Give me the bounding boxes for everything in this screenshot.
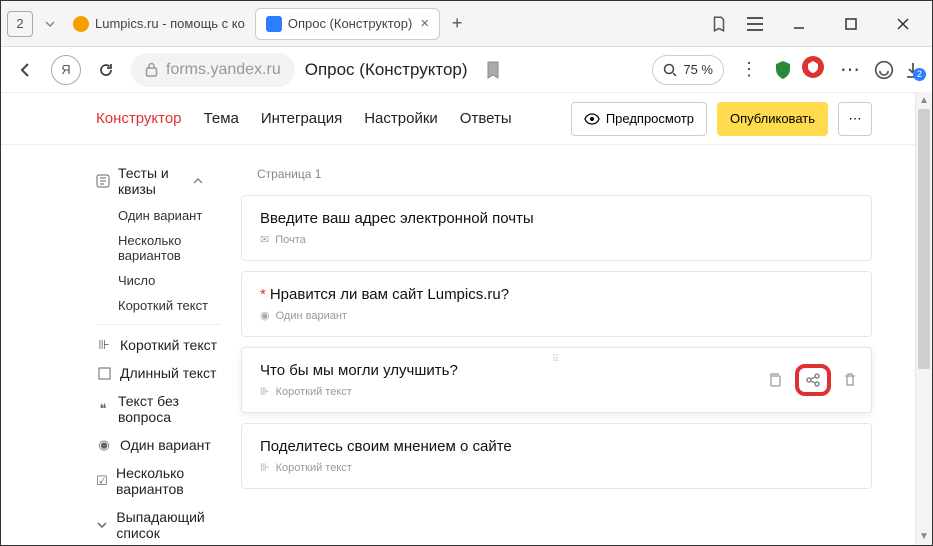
question-type: Один вариант — [276, 310, 347, 322]
question-type: Короткий текст — [276, 462, 352, 474]
scroll-thumb[interactable] — [918, 109, 930, 369]
dropdown-icon — [96, 522, 108, 528]
extensions-more-icon[interactable]: ⋯ — [834, 57, 864, 82]
magnifier-icon — [663, 63, 677, 77]
scroll-down-icon[interactable]: ▼ — [916, 528, 932, 545]
sidebar-subitem[interactable]: Несколько вариантов — [96, 228, 221, 268]
zoom-indicator[interactable]: 75 % — [652, 55, 724, 85]
short-text-icon: ⊪ — [260, 385, 270, 398]
protect-shield-icon[interactable] — [774, 60, 792, 80]
sidebar-item-dropdown[interactable]: Выпадающий список — [96, 503, 221, 545]
sidebar-group-label: Тесты и квизы — [118, 165, 185, 197]
radio-icon: ◉ — [96, 437, 112, 453]
preview-button[interactable]: Предпросмотр — [571, 102, 707, 136]
tests-icon — [96, 174, 110, 188]
nav-tab-constructor[interactable]: Конструктор — [96, 110, 182, 127]
tabs-dropdown-icon[interactable] — [45, 21, 55, 27]
app-navbar: Конструктор Тема Интеграция Настройки От… — [1, 93, 932, 145]
nav-reload-button[interactable] — [91, 55, 121, 85]
share-icon[interactable] — [805, 372, 821, 388]
sidebar-group-tests[interactable]: Тесты и квизы — [96, 159, 221, 203]
question-card-selected[interactable]: ⠿ Что бы мы могли улучшить? ⊪Короткий те… — [241, 347, 872, 413]
page-title: Опрос (Конструктор) — [305, 60, 468, 80]
content-area: Тесты и квизы Один вариант Несколько вар… — [1, 145, 932, 545]
long-text-icon — [96, 367, 112, 380]
tab-favicon-icon — [266, 16, 282, 32]
tab-label: Lumpics.ru - помощь с ко — [95, 16, 245, 31]
question-title: Нравится ли вам сайт Lumpics.ru? — [270, 286, 509, 303]
bookmark-icon[interactable] — [486, 61, 500, 79]
drag-handle-icon[interactable]: ⠿ — [552, 354, 561, 365]
question-title: Введите ваш адрес электронной почты — [260, 210, 853, 227]
mail-icon: ✉ — [260, 233, 269, 246]
yandex-home-button[interactable]: Я — [51, 55, 81, 85]
radio-icon: ◉ — [260, 309, 270, 322]
sidebar-subitem[interactable]: Число — [96, 268, 221, 293]
new-tab-button[interactable]: + — [444, 11, 470, 37]
question-type: Почта — [275, 234, 306, 246]
required-mark: * — [260, 286, 266, 303]
checkbox-icon: ☑ — [96, 473, 108, 489]
copy-icon[interactable] — [767, 372, 783, 388]
question-card[interactable]: Введите ваш адрес электронной почты ✉ Поч… — [241, 195, 872, 261]
address-more-icon[interactable]: ⋮ — [734, 59, 764, 80]
feedback-icon[interactable] — [874, 60, 894, 80]
browser-titlebar: 2 Lumpics.ru - помощь с ко Опрос (Констр… — [1, 1, 932, 47]
nav-back-button[interactable] — [11, 55, 41, 85]
main-panel: Страница 1 Введите ваш адрес электронной… — [221, 145, 932, 545]
quote-icon: ❝ — [96, 401, 110, 417]
question-type: Короткий текст — [276, 386, 352, 398]
window-maximize-button[interactable] — [834, 10, 868, 38]
delete-icon[interactable] — [843, 372, 857, 388]
window-close-button[interactable] — [886, 10, 920, 38]
url-box[interactable]: forms.yandex.ru — [131, 53, 295, 87]
sidebar-item-radio[interactable]: ◉Один вариант — [96, 431, 221, 459]
divider — [96, 324, 221, 325]
lock-icon — [145, 62, 158, 77]
tab-favicon-icon — [73, 16, 89, 32]
url-domain: forms.yandex.ru — [166, 61, 281, 79]
short-text-icon: ⊪ — [260, 461, 270, 474]
browser-addressbar: Я forms.yandex.ru Опрос (Конструктор) 75… — [1, 47, 932, 93]
zoom-value: 75 % — [683, 62, 713, 77]
nav-tab-theme[interactable]: Тема — [204, 110, 239, 127]
question-card[interactable]: Поделитесь своим мнением о сайте ⊪ Коротк… — [241, 423, 872, 489]
card-tools — [767, 364, 857, 396]
nav-tab-settings[interactable]: Настройки — [364, 110, 438, 127]
browser-tab[interactable]: Lumpics.ru - помощь с ко — [63, 8, 255, 40]
page-header: Страница 1 — [241, 159, 872, 195]
menu-icon[interactable] — [746, 17, 764, 31]
download-badge: 2 — [913, 68, 926, 81]
preview-label: Предпросмотр — [606, 111, 694, 126]
scroll-up-icon[interactable]: ▲ — [916, 92, 932, 109]
sidebar-item-text-no-q[interactable]: ❝Текст без вопроса — [96, 387, 221, 431]
eye-icon — [584, 113, 600, 125]
sidebar-item-short-text[interactable]: ⊪Короткий текст — [96, 331, 221, 359]
sidebar-item-checkbox[interactable]: ☑Несколько вариантов — [96, 459, 221, 503]
adblock-icon[interactable] — [802, 56, 824, 83]
tab-label: Опрос (Конструктор) — [288, 16, 413, 31]
app-more-button[interactable]: ⋯ — [838, 102, 872, 136]
nav-tab-answers[interactable]: Ответы — [460, 110, 512, 127]
vertical-scrollbar[interactable]: ▲ ▼ — [915, 92, 932, 545]
question-card[interactable]: *Нравится ли вам сайт Lumpics.ru? ◉ Один … — [241, 271, 872, 337]
publish-button[interactable]: Опубликовать — [717, 102, 828, 136]
close-tab-icon[interactable]: × — [420, 15, 429, 32]
short-text-icon: ⊪ — [96, 337, 112, 353]
sidebar-subitem[interactable]: Короткий текст — [96, 293, 221, 318]
downloads-button[interactable]: 2 — [904, 61, 922, 79]
tab-counter[interactable]: 2 — [7, 11, 33, 37]
nav-tab-integration[interactable]: Интеграция — [261, 110, 342, 127]
share-highlight — [795, 364, 831, 396]
bookmarks-icon[interactable] — [710, 15, 728, 33]
browser-tab-active[interactable]: Опрос (Конструктор) × — [255, 8, 440, 40]
sidebar-item-long-text[interactable]: Длинный текст — [96, 359, 221, 387]
question-title: Поделитесь своим мнением о сайте — [260, 438, 853, 455]
sidebar-subitem[interactable]: Один вариант — [96, 203, 221, 228]
chevron-up-icon — [193, 178, 203, 184]
window-minimize-button[interactable] — [782, 10, 816, 38]
sidebar: Тесты и квизы Один вариант Несколько вар… — [1, 145, 221, 545]
